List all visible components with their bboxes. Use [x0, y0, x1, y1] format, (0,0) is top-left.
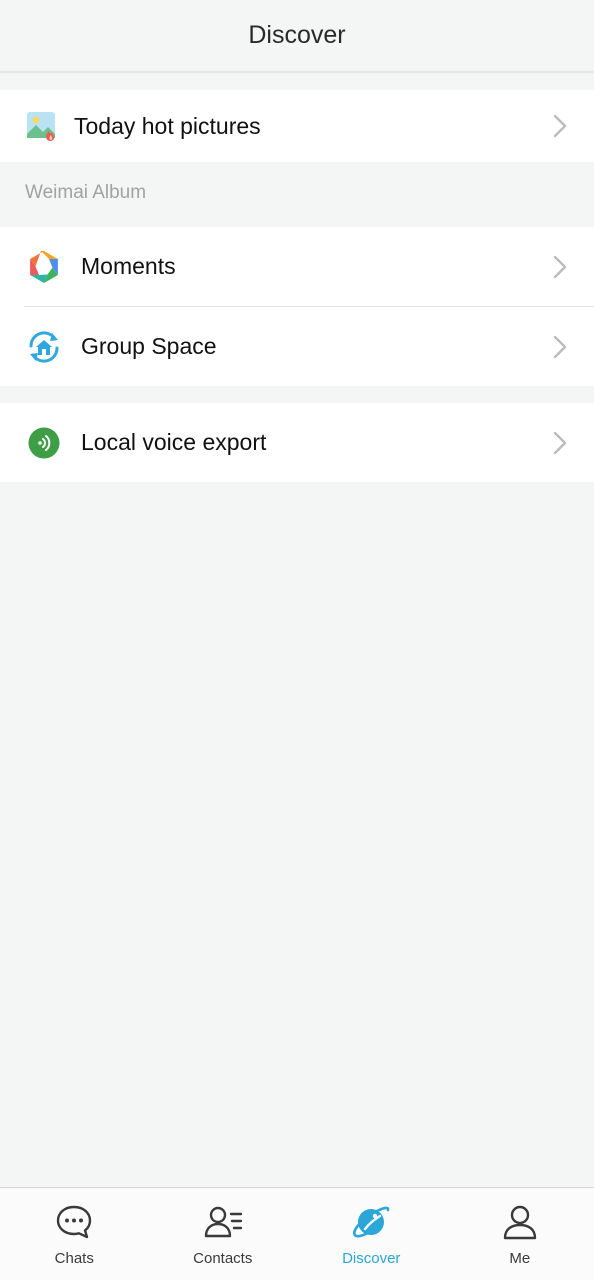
tab-contacts[interactable]: Contacts — [149, 1188, 298, 1280]
hot-pictures-group: Today hot pictures — [0, 90, 594, 162]
person-icon — [503, 1205, 536, 1240]
moments-row[interactable]: Moments — [0, 227, 594, 306]
chevron-right-icon — [553, 114, 567, 138]
group-space-home-icon — [24, 327, 64, 367]
group-space-label: Group Space — [81, 333, 217, 359]
moments-aperture-icon — [24, 247, 64, 287]
bottom-tab-bar: Chats Contacts Discover Me — [0, 1187, 594, 1280]
tab-label: Contacts — [193, 1250, 253, 1267]
hot-pictures-label: Today hot pictures — [74, 112, 261, 139]
contacts-icon — [204, 1206, 242, 1238]
moments-label: Moments — [81, 253, 176, 279]
tab-label: Me — [509, 1250, 531, 1267]
chevron-right-icon — [553, 335, 567, 358]
voice-export-icon — [24, 423, 64, 463]
tab-label: Discover — [342, 1250, 401, 1267]
hot-pictures-icon — [22, 106, 62, 146]
album-group: Moments Group Space — [0, 227, 594, 386]
tab-chats[interactable]: Chats — [0, 1188, 149, 1280]
voice-export-label: Local voice export — [81, 429, 267, 455]
voice-export-group: Local voice export — [0, 403, 594, 482]
chat-bubble-icon — [57, 1205, 92, 1239]
top-bar: Discover — [0, 0, 594, 73]
chevron-right-icon — [553, 431, 567, 454]
tab-me[interactable]: Me — [446, 1188, 594, 1280]
chevron-right-icon — [553, 255, 567, 278]
tab-discover[interactable]: Discover — [297, 1188, 446, 1280]
planet-icon — [353, 1206, 390, 1238]
page-title: Discover — [248, 21, 346, 49]
group-space-row[interactable]: Group Space — [0, 307, 594, 386]
section-label-weimai-album: Weimai Album — [25, 182, 147, 203]
tab-label: Chats — [54, 1250, 94, 1267]
voice-export-row[interactable]: Local voice export — [0, 403, 594, 482]
hot-pictures-row[interactable]: Today hot pictures — [0, 90, 594, 162]
